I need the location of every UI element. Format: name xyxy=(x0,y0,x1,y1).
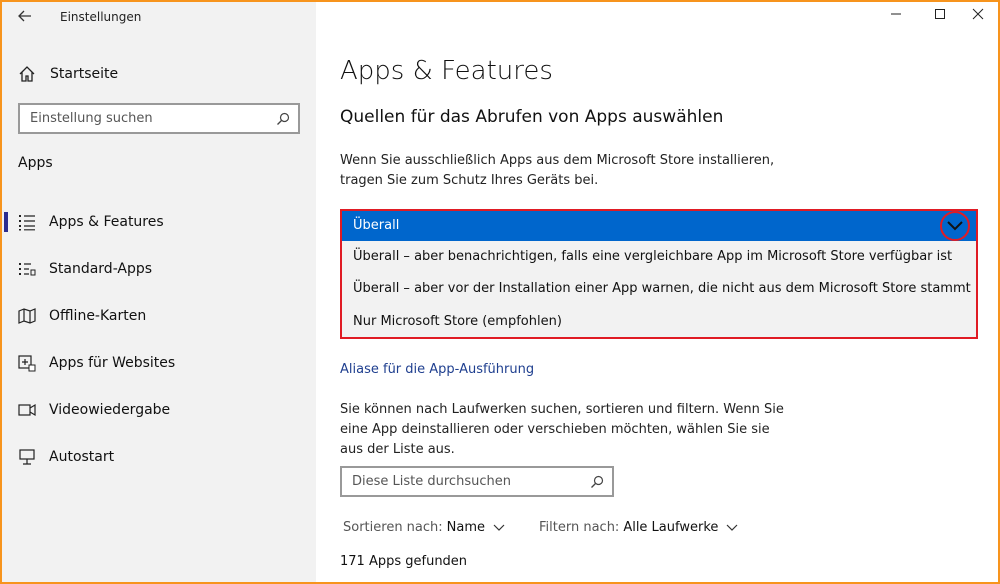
dropdown-option-store-only[interactable]: Nur Microsoft Store (empfohlen) xyxy=(353,314,562,329)
app-list-search-box[interactable] xyxy=(340,466,614,497)
settings-search-box[interactable] xyxy=(18,103,300,134)
chevron-down-icon xyxy=(493,524,505,531)
maximize-icon xyxy=(935,9,945,19)
settings-window: Einstellungen Startseite Apps Apps & Fea… xyxy=(0,0,1000,584)
web-apps-icon xyxy=(18,355,36,372)
map-icon xyxy=(18,308,36,324)
sidebar-item-label: Videowiedergabe xyxy=(49,402,171,418)
settings-search-input[interactable] xyxy=(30,111,260,126)
filter-label: Filtern nach: xyxy=(539,520,620,535)
dropdown-option-notify[interactable]: Überall – aber benachrichtigen, falls ei… xyxy=(353,249,952,264)
sidebar-item-apps-features[interactable]: Apps & Features xyxy=(2,202,316,242)
sidebar-item-label: Autostart xyxy=(49,449,115,465)
maximize-button[interactable] xyxy=(930,6,950,26)
sidebar-section-title: Apps xyxy=(18,155,53,171)
minimize-button[interactable] xyxy=(886,6,906,26)
sidebar-item-label: Apps & Features xyxy=(49,214,164,230)
back-arrow-svg xyxy=(18,10,31,22)
sidebar-item-offline-maps[interactable]: Offline-Karten xyxy=(2,296,316,336)
list-text-line-1: Sie können nach Laufwerken suchen, sorti… xyxy=(340,402,784,417)
window-title: Einstellungen xyxy=(60,10,142,24)
app-list-search-input[interactable] xyxy=(352,474,582,489)
sort-value: Name xyxy=(446,520,486,535)
home-label: Startseite xyxy=(50,66,119,82)
chevron-down-icon xyxy=(726,524,738,531)
sidebar-item-label: Standard-Apps xyxy=(49,261,153,277)
section-subheading: Quellen für das Abrufen von Apps auswähl… xyxy=(340,107,724,127)
home-icon xyxy=(19,66,35,82)
close-icon xyxy=(972,8,984,20)
chevron-down-icon xyxy=(947,221,963,231)
app-alias-link[interactable]: Aliase für die App-Ausführung xyxy=(340,362,534,377)
app-source-dropdown[interactable]: Überall Überall – aber benachrichtigen, … xyxy=(340,209,978,339)
dropdown-toggle[interactable] xyxy=(940,211,970,241)
sidebar: Einstellungen Startseite Apps Apps & Fea… xyxy=(2,2,316,582)
dropdown-option-warn[interactable]: Überall – aber vor der Installation eine… xyxy=(353,281,971,296)
back-arrow-icon[interactable] xyxy=(14,7,36,29)
minimize-icon xyxy=(891,13,901,15)
sidebar-item-label: Apps für Websites xyxy=(49,355,176,371)
dropdown-selected-label: Überall xyxy=(353,218,400,233)
close-button[interactable] xyxy=(968,6,988,26)
list-text-line-3: aus der Liste aus. xyxy=(340,442,455,457)
startup-icon xyxy=(19,449,35,465)
apps-list-icon xyxy=(19,215,35,231)
default-apps-icon xyxy=(19,263,36,276)
sort-label: Sortieren nach: xyxy=(343,520,443,535)
search-icon[interactable] xyxy=(590,475,604,489)
sidebar-item-default-apps[interactable]: Standard-Apps xyxy=(2,249,316,289)
sidebar-item-home[interactable]: Startseite xyxy=(18,62,118,86)
sidebar-item-startup[interactable]: Autostart xyxy=(2,437,316,477)
sort-dropdown[interactable]: Sortieren nach: Name xyxy=(343,520,505,535)
description-line-1: Wenn Sie ausschließlich Apps aus dem Mic… xyxy=(340,153,775,168)
list-text-line-2: eine App deinstallieren oder verschieben… xyxy=(340,422,770,437)
filter-dropdown[interactable]: Filtern nach: Alle Laufwerke xyxy=(539,520,738,535)
description-line-2: tragen Sie zum Schutz Ihres Geräts bei. xyxy=(340,173,599,188)
sidebar-item-label: Offline-Karten xyxy=(49,308,147,324)
active-indicator xyxy=(4,212,8,232)
apps-found-count: 171 Apps gefunden xyxy=(340,554,468,569)
filter-value: Alle Laufwerke xyxy=(623,520,719,535)
video-icon xyxy=(18,403,36,417)
sidebar-item-video-playback[interactable]: Videowiedergabe xyxy=(2,390,316,430)
sidebar-item-apps-websites[interactable]: Apps für Websites xyxy=(2,343,316,383)
page-title: Apps & Features xyxy=(340,56,553,86)
search-icon[interactable] xyxy=(276,112,290,126)
dropdown-selected-option[interactable]: Überall xyxy=(342,211,976,241)
